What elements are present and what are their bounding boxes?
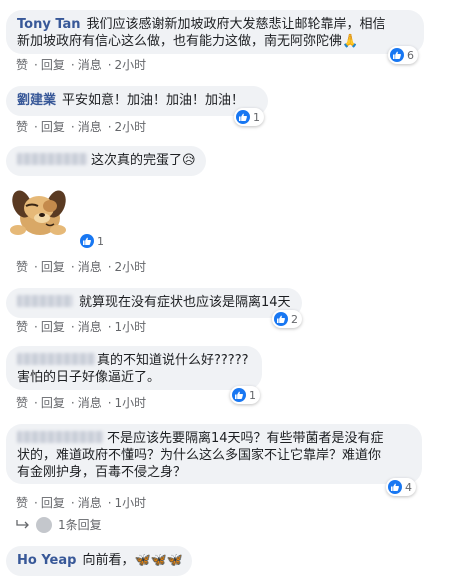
thumbs-up-icon	[390, 48, 404, 62]
blurred-author-name	[17, 431, 103, 443]
thumbs-up-icon	[232, 388, 246, 402]
like-button[interactable]: 赞	[16, 396, 28, 410]
comment-bubble: 劉建業 平安如意！加油！加油！加油！	[6, 86, 268, 116]
comment-line: 不是应该先要隔离14天吗？有些带菌者是没有症	[17, 430, 411, 447]
comment-line: Tony Tan 我们应该感谢新加坡政府大发慈悲让邮轮靠岸，相信	[17, 16, 413, 33]
comment-text: 这次真的完蛋了😥	[91, 153, 196, 168]
reaction-number: 2	[291, 312, 298, 326]
comment-time[interactable]: 2小时	[115, 260, 147, 274]
comment-text: 我们应该感谢新加坡政府大发慈悲让邮轮靠岸，相信	[86, 17, 386, 32]
reply-button[interactable]: 回复	[41, 120, 65, 134]
reply-button[interactable]: 回复	[41, 58, 65, 72]
replies-count: 1条回复	[58, 518, 102, 532]
thumbs-up-icon	[274, 312, 288, 326]
comment-bubble: 这次真的完蛋了😥	[6, 146, 206, 176]
comment-time[interactable]: 2小时	[115, 120, 147, 134]
comment-text: 向前看，🦋🦋🦋	[82, 553, 184, 568]
thumbs-up-icon	[236, 110, 250, 124]
like-button[interactable]: 赞	[16, 58, 28, 72]
reaction-number: 1	[97, 234, 104, 248]
comment-bubble: Ho Yeap 向前看，🦋🦋🦋	[6, 546, 192, 576]
comment-bubble: 真的不知道说什么好????? 害怕的日子好像逼近了。	[6, 346, 262, 390]
comment-text: 有金刚护身，百毒不侵之身？	[17, 465, 187, 480]
comment-bubble: Tony Tan 我们应该感谢新加坡政府大发慈悲让邮轮靠岸，相信 新加坡政府有信心…	[6, 10, 424, 54]
reaction-count[interactable]: 1	[234, 108, 264, 126]
reaction-number: 6	[407, 48, 414, 62]
like-button[interactable]: 赞	[16, 496, 28, 510]
reaction-count[interactable]: 1	[230, 386, 260, 404]
message-button[interactable]: 消息	[78, 260, 102, 274]
comment-time[interactable]: 1小时	[115, 396, 147, 410]
reaction-number: 1	[249, 388, 256, 402]
reply-button[interactable]: 回复	[41, 496, 65, 510]
reply-arrow-icon	[16, 519, 29, 528]
comment-author[interactable]: Ho Yeap	[17, 553, 76, 568]
message-button[interactable]: 消息	[78, 120, 102, 134]
comment-author[interactable]: Tony Tan	[17, 17, 81, 32]
comment-text: 状的，难道政府不懂吗？为什么这么多国家不让它靠岸？难道你	[17, 448, 382, 463]
comment-actions: 赞 · 回复 · 消息 · 1小时	[16, 396, 147, 410]
like-button[interactable]: 赞	[16, 260, 28, 274]
like-button[interactable]: 赞	[16, 320, 28, 334]
blurred-author-name	[17, 295, 73, 307]
message-button[interactable]: 消息	[78, 58, 102, 72]
comment-actions: 赞 · 回复 · 消息 · 2小时	[16, 260, 147, 274]
view-replies-link[interactable]: 1条回复	[16, 516, 102, 533]
comment-bubble: 就算现在没有症状也应该是隔离14天	[6, 288, 302, 318]
thumbs-up-icon	[388, 480, 402, 494]
comment-actions: 赞 · 回复 · 消息 · 2小时	[16, 120, 147, 134]
thumbs-up-icon	[80, 234, 94, 248]
reaction-number: 1	[253, 110, 260, 124]
comment-actions: 赞 · 回复 · 消息 · 1小时	[16, 496, 147, 510]
avatar	[36, 516, 52, 533]
comment-time[interactable]: 1小时	[115, 496, 147, 510]
reply-button[interactable]: 回复	[41, 260, 65, 274]
reply-button[interactable]: 回复	[41, 396, 65, 410]
comment-bubble: 不是应该先要隔离14天吗？有些带菌者是没有症 状的，难道政府不懂吗？为什么这么多…	[6, 424, 422, 484]
comment-text: 新加坡政府有信心这么做，也有能力这做，南无阿弥陀佛🙏	[17, 34, 359, 49]
comment-text: 不是应该先要隔离14天吗？有些带菌者是没有症	[107, 431, 384, 446]
reply-button[interactable]: 回复	[41, 320, 65, 334]
comment-author[interactable]: 劉建業	[17, 93, 56, 108]
reaction-count[interactable]: 2	[272, 310, 302, 328]
message-button[interactable]: 消息	[78, 320, 102, 334]
comment-actions: 赞 · 回复 · 消息 · 1小时	[16, 320, 147, 334]
like-button[interactable]: 赞	[16, 120, 28, 134]
reaction-count[interactable]: 4	[386, 478, 416, 496]
reaction-count[interactable]: 6	[388, 46, 418, 64]
message-button[interactable]: 消息	[78, 496, 102, 510]
blurred-author-name	[17, 353, 95, 365]
comment-actions: 赞 · 回复 · 消息 · 2小时	[16, 58, 147, 72]
reaction-number: 4	[405, 480, 412, 494]
comment-text: 真的不知道说什么好?????	[97, 353, 249, 368]
blurred-author-name	[17, 153, 87, 165]
comment-text: 害怕的日子好像逼近了。	[17, 370, 161, 385]
comment-time[interactable]: 2小时	[115, 58, 147, 72]
comment-text: 平安如意！加油！加油！加油！	[62, 93, 245, 108]
comment-line: 真的不知道说什么好?????	[17, 352, 251, 369]
comment-time[interactable]: 1小时	[115, 320, 147, 334]
message-button[interactable]: 消息	[78, 396, 102, 410]
reaction-count[interactable]: 1	[80, 234, 104, 248]
crying-dog-sticker	[6, 180, 70, 240]
comment-text: 就算现在没有症状也应该是隔离14天	[79, 295, 291, 310]
